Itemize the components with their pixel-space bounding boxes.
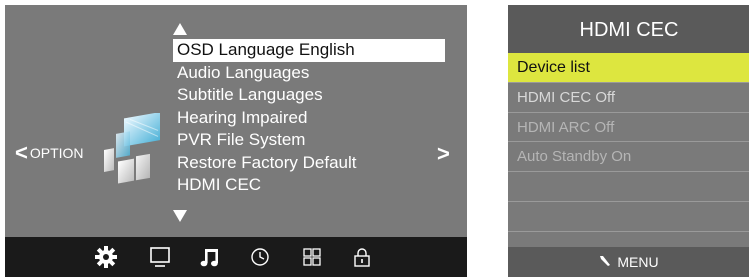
tab-setup[interactable] (93, 245, 119, 269)
tab-time[interactable] (247, 245, 273, 269)
menu-label: MENU (617, 254, 659, 270)
lock-icon (354, 248, 370, 267)
tab-lock[interactable] (349, 245, 375, 269)
cec-row-device-list[interactable]: Device list (508, 53, 749, 83)
option-category-icon (104, 113, 160, 184)
gear-icon (95, 246, 117, 268)
menu-item-pvr-file-system[interactable]: PVR File System (173, 129, 445, 152)
cec-row-hdmi-arc[interactable]: HDMI ARC Off (508, 113, 749, 143)
scroll-down-arrow-icon[interactable] (173, 210, 187, 222)
category-label: OPTION (29, 145, 84, 161)
chevron-left-icon: < (15, 140, 28, 165)
panel-title: HDMI CEC (508, 5, 749, 53)
previous-category-button[interactable]: < OPTION (15, 140, 84, 165)
menu-item-restore-factory-default[interactable]: Restore Factory Default (173, 152, 445, 175)
category-tab-bar (5, 237, 467, 277)
grid-icon (303, 248, 321, 266)
menu-item-audio-languages[interactable]: Audio Languages (173, 62, 445, 85)
menu-item-osd-language[interactable]: OSD Language English (173, 39, 445, 62)
next-category-button[interactable]: > (437, 141, 450, 167)
scroll-up-arrow-icon[interactable] (173, 23, 187, 35)
hdmi-cec-panel: HDMI CEC Device list HDMI CEC Off HDMI A… (508, 5, 749, 277)
menu-item-subtitle-languages[interactable]: Subtitle Languages (173, 84, 445, 107)
option-menu-list: OSD Language English Audio Languages Sub… (173, 39, 445, 197)
tab-sound[interactable] (197, 245, 223, 269)
music-note-icon (200, 249, 218, 267)
menu-back-hint[interactable]: MENU (508, 247, 749, 277)
menu-item-hdmi-cec[interactable]: HDMI CEC (173, 174, 445, 197)
menu-item-hearing-impaired[interactable]: Hearing Impaired (173, 107, 445, 130)
monitor-icon (150, 247, 170, 267)
tab-picture[interactable] (147, 245, 173, 269)
cec-row-auto-standby[interactable]: Auto Standby On (508, 142, 749, 173)
osd-option-panel: OSD Language English Audio Languages Sub… (5, 5, 467, 277)
tab-channel[interactable] (299, 245, 325, 269)
clock-icon (251, 248, 269, 266)
chevron-right-icon: > (437, 141, 450, 166)
cec-row-empty-2 (508, 202, 749, 232)
menu-key-icon (599, 247, 611, 277)
cec-row-hdmi-cec[interactable]: HDMI CEC Off (508, 83, 749, 113)
cec-row-empty-1 (508, 172, 749, 202)
